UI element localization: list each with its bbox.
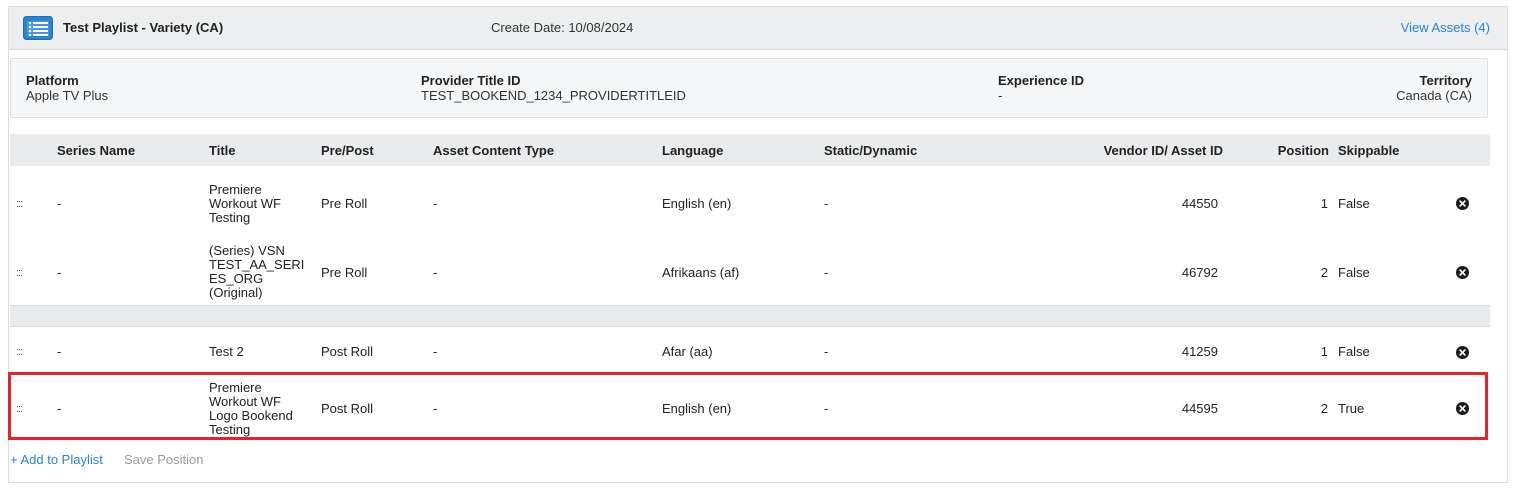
title-cell: Premiere Workout WF Logo Bookend Testing	[209, 381, 293, 437]
title-line: Premiere	[209, 380, 262, 395]
territory-info: Territory Canada (CA)	[1396, 73, 1472, 103]
playlist-info-panel: Platform Apple TV Plus Provider Title ID…	[10, 58, 1488, 118]
remove-icon[interactable]	[1456, 346, 1469, 359]
remove-icon[interactable]	[1456, 402, 1469, 415]
position-cell: 1	[1320, 196, 1328, 211]
title-line: Logo Bookend	[209, 408, 293, 423]
provider-title-id-info: Provider Title ID TEST_BOOKEND_1234_PROV…	[421, 73, 686, 103]
title-line: Test 2	[209, 344, 244, 359]
add-to-playlist-link[interactable]: + Add to Playlist	[10, 452, 103, 467]
title-line: Testing	[209, 210, 251, 225]
title-line: Premiere	[209, 182, 262, 197]
title-line: ES_ORG	[209, 271, 264, 286]
position-cell: 2	[1320, 401, 1328, 416]
territory-value: Canada (CA)	[1396, 88, 1472, 103]
remove-icon[interactable]	[1456, 197, 1469, 210]
table-row: ::: - Premiere Workout WF Testing Pre Ro…	[10, 172, 1490, 234]
title-line: Workout WF	[209, 196, 281, 211]
static-dynamic-cell: -	[824, 265, 829, 280]
position-cell: 1	[1320, 344, 1328, 359]
title-cell: (Series) VSN TEST_AA_SERI ES_ORG (Origin…	[209, 244, 304, 300]
provider-title-id-label: Provider Title ID	[421, 73, 521, 88]
static-dynamic-cell: -	[824, 196, 829, 211]
experience-id-info: Experience ID -	[998, 73, 1084, 103]
col-vendor-asset-id: Vendor ID/ Asset ID	[1103, 143, 1223, 158]
skippable-cell: False	[1338, 344, 1370, 359]
platform-label: Platform	[26, 73, 79, 88]
static-dynamic-cell: -	[824, 344, 829, 359]
skippable-cell: False	[1338, 265, 1370, 280]
provider-title-id-value: TEST_BOOKEND_1234_PROVIDERTITLEID	[421, 88, 686, 103]
title-line: (Original)	[209, 285, 263, 300]
col-skippable: Skippable	[1338, 143, 1400, 158]
vendor-asset-id-cell: 44595	[1181, 401, 1218, 416]
table-row: ::: - (Series) VSN TEST_AA_SERI ES_ORG (…	[10, 236, 1490, 306]
asset-content-type-cell: -	[433, 401, 438, 416]
static-dynamic-cell: -	[824, 401, 829, 416]
platform-value: Apple TV Plus	[26, 88, 109, 103]
skippable-cell: True	[1338, 401, 1365, 416]
drag-handle-icon[interactable]: :::	[16, 267, 23, 279]
series-name-cell: -	[57, 344, 62, 359]
col-series-name: Series Name	[57, 143, 136, 158]
playlist-title: Test Playlist - Variety (CA)	[63, 20, 224, 35]
list-icon	[23, 16, 53, 40]
title-line: (Series) VSN	[209, 243, 285, 258]
group-separator	[10, 305, 1490, 327]
col-static-dynamic: Static/Dynamic	[824, 143, 918, 158]
skippable-cell: False	[1338, 196, 1370, 211]
save-position-button: Save Position	[124, 452, 204, 467]
series-name-cell: -	[57, 196, 62, 211]
title-line: Testing	[209, 422, 251, 437]
col-pre-post: Pre/Post	[321, 143, 374, 158]
pre-post-cell: Post Roll	[321, 344, 374, 359]
col-asset-content-type: Asset Content Type	[433, 143, 555, 158]
asset-content-type-cell: -	[433, 196, 438, 211]
vendor-asset-id-cell: 44550	[1181, 196, 1218, 211]
view-assets-link[interactable]: View Assets (4)	[1401, 20, 1490, 35]
asset-content-type-cell: -	[433, 344, 438, 359]
drag-handle-icon[interactable]: :::	[16, 403, 23, 415]
title-cell: Test 2	[209, 345, 244, 359]
playlist-header: Test Playlist - Variety (CA) Create Date…	[9, 7, 1507, 50]
title-line: Workout WF	[209, 394, 281, 409]
drag-handle-icon[interactable]: :::	[16, 346, 23, 358]
vendor-asset-id-cell: 46792	[1181, 265, 1218, 280]
remove-icon[interactable]	[1456, 266, 1469, 279]
language-cell: English (en)	[662, 196, 732, 211]
title-cell: Premiere Workout WF Testing	[209, 183, 281, 225]
pre-post-cell: Pre Roll	[321, 196, 368, 211]
pre-post-cell: Post Roll	[321, 401, 374, 416]
series-name-cell: -	[57, 401, 62, 416]
create-date: Create Date: 10/08/2024	[491, 20, 634, 35]
experience-id-label: Experience ID	[998, 73, 1084, 88]
platform-info: Platform Apple TV Plus	[26, 73, 108, 103]
position-cell: 2	[1320, 265, 1328, 280]
col-language: Language	[662, 143, 724, 158]
asset-content-type-cell: -	[433, 265, 438, 280]
language-cell: Afrikaans (af)	[662, 265, 740, 280]
title-line: TEST_AA_SERI	[209, 257, 305, 272]
series-name-cell: -	[57, 265, 62, 280]
pre-post-cell: Pre Roll	[321, 265, 368, 280]
table-header: Series Name Title Pre/Post Asset Content…	[10, 134, 1490, 166]
vendor-asset-id-cell: 41259	[1181, 344, 1218, 359]
drag-handle-icon[interactable]: :::	[16, 198, 23, 210]
table-row: ::: - Test 2 Post Roll - Afar (aa) - 412…	[10, 330, 1490, 374]
experience-id-value: -	[998, 88, 1003, 103]
col-position: Position	[1277, 143, 1329, 158]
language-cell: English (en)	[662, 401, 732, 416]
language-cell: Afar (aa)	[662, 344, 713, 359]
territory-label: Territory	[1419, 73, 1473, 88]
col-title: Title	[209, 143, 236, 158]
table-row: ::: - Premiere Workout WF Logo Bookend T…	[10, 375, 1490, 437]
